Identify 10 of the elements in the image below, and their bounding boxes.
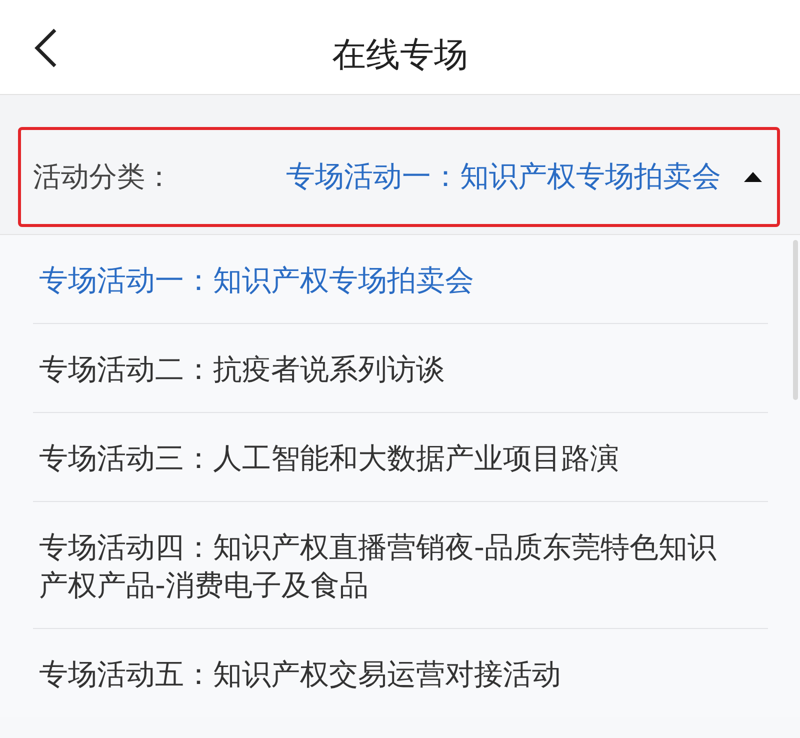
selected-category: 专场活动一：知识产权专场拍卖会 <box>286 158 721 195</box>
category-option[interactable]: 专场活动三：人工智能和大数据产业项目路演 <box>39 439 739 477</box>
category-option[interactable]: 专场活动二：抗疫者说系列访谈 <box>39 350 739 388</box>
back-icon <box>33 28 59 68</box>
page-title: 在线专场 <box>332 34 468 77</box>
category-option[interactable]: 专场活动一：知识产权专场拍卖会 <box>39 261 739 299</box>
category-option[interactable]: 专场活动五：知识产权交易运营对接活动 <box>39 655 739 693</box>
category-label: 活动分类： <box>33 159 173 195</box>
category-dropdown[interactable]: 活动分类： 专场活动一：知识产权专场拍卖会 <box>18 127 780 227</box>
category-option[interactable]: 专场活动四：知识产权直播营销夜-品质东莞特色知识产权产品-消费电子及食品 <box>39 528 739 604</box>
